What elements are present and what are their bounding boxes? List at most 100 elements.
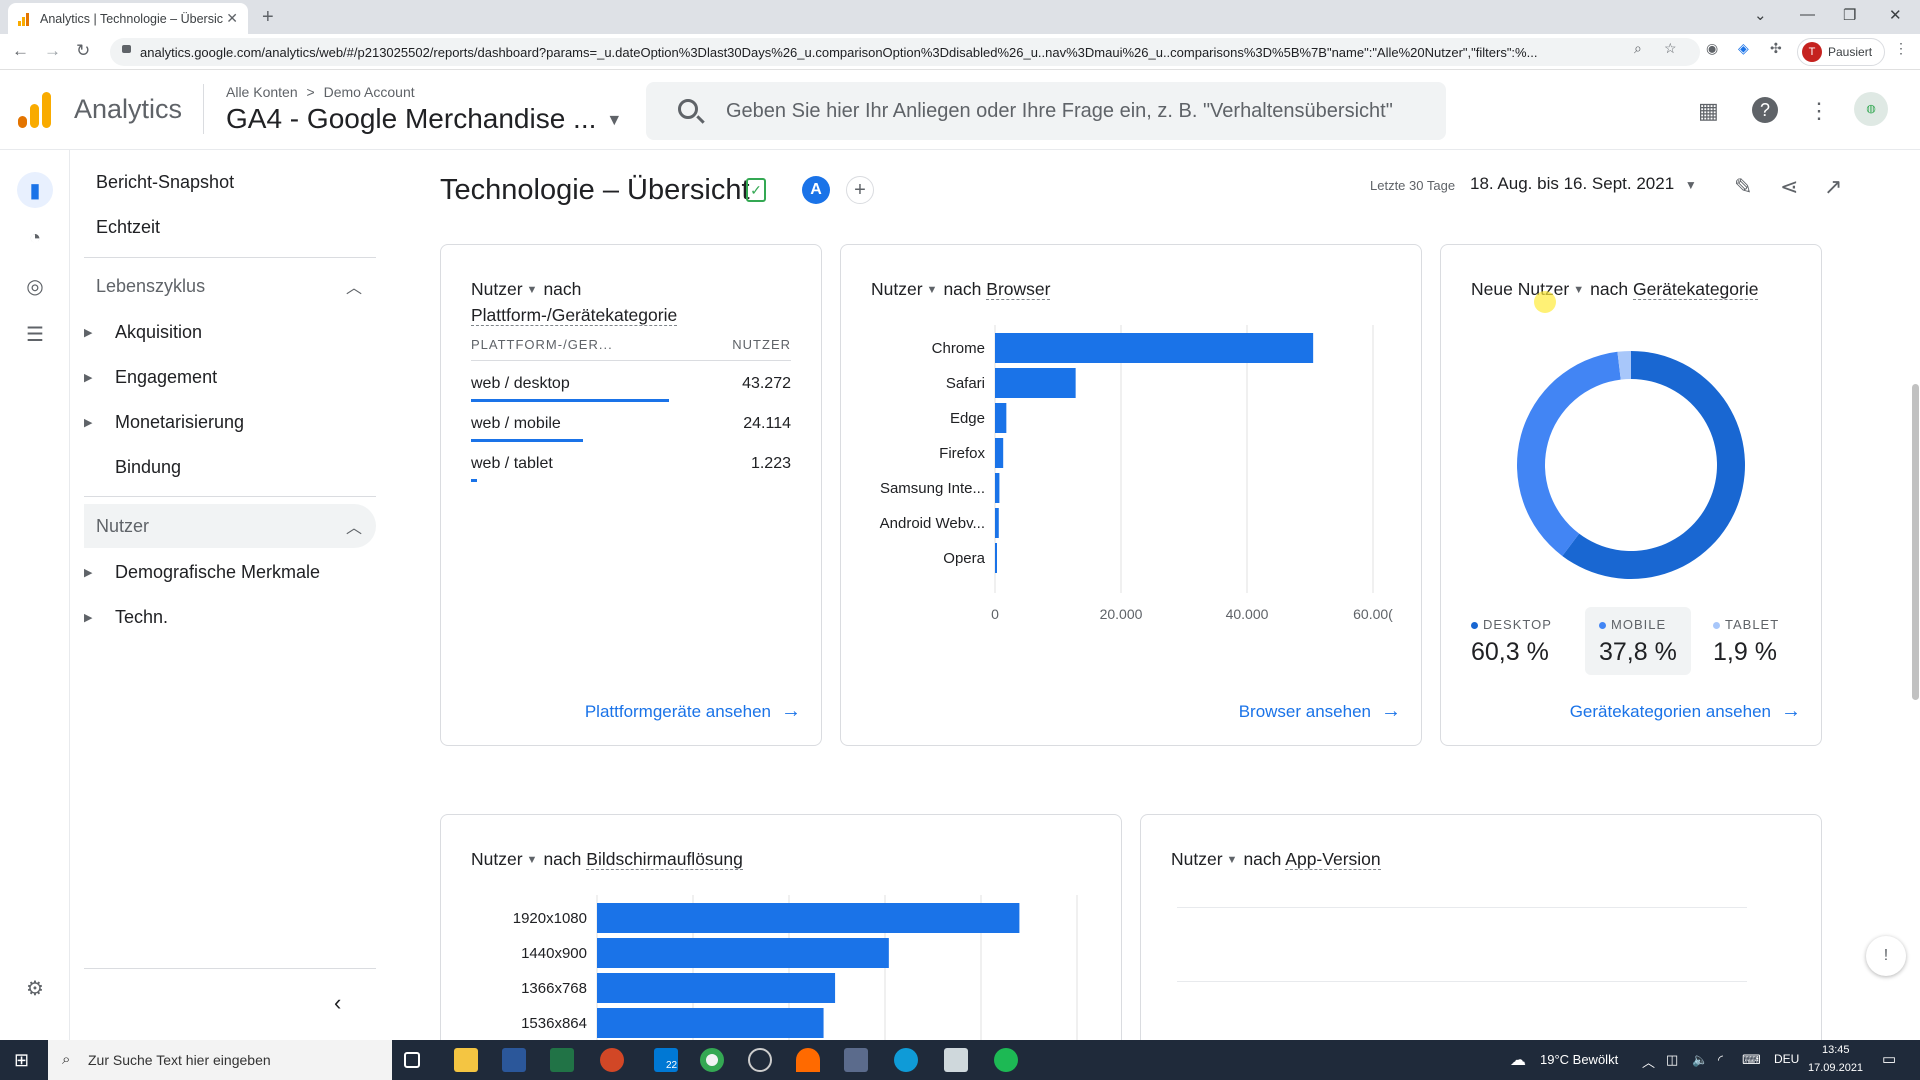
col-dimension-header[interactable]: PLATTFORM-/GER... — [471, 337, 613, 352]
reload-icon[interactable]: ↻ — [76, 41, 90, 61]
minimize-icon[interactable]: — — [1800, 6, 1815, 23]
dimension-label[interactable]: Gerätekategorie — [1632, 279, 1759, 300]
configure-icon[interactable]: ☰ — [17, 316, 53, 352]
obs-icon[interactable] — [748, 1048, 772, 1072]
volume-icon[interactable]: 🔈 — [1692, 1052, 1708, 1068]
share-icon[interactable]: ⋖ — [1780, 174, 1798, 200]
windows-start-icon[interactable]: ⊞ — [14, 1050, 29, 1071]
new-tab-icon[interactable]: + — [262, 6, 274, 29]
sidebar-section-lifecycle[interactable]: Lebenszyklus ︿ — [84, 264, 376, 308]
notification-icon[interactable]: ▭ — [1882, 1050, 1896, 1068]
expand-arrow-icon[interactable]: ▶ — [84, 326, 92, 339]
view-device-link[interactable]: Gerätekategorien ansehen → — [1570, 700, 1801, 723]
table-row[interactable]: web / mobile 24.114 — [471, 415, 791, 433]
collapse-sidebar-icon[interactable]: ‹ — [334, 990, 341, 1016]
dimension-label[interactable]: Bildschirmauflösung — [586, 849, 743, 870]
forward-icon[interactable]: → — [44, 41, 61, 61]
edge-icon[interactable] — [894, 1048, 918, 1072]
metric-selector[interactable]: Nutzer — [471, 279, 523, 299]
tab-search-icon[interactable]: ⌄ — [1754, 6, 1767, 24]
dimension-label[interactable]: Plattform-/Gerätekategorie — [471, 304, 678, 326]
metric-selector[interactable]: Nutzer — [1171, 849, 1223, 869]
keyboard-icon[interactable]: ⌨ — [1742, 1052, 1761, 1068]
view-browser-link[interactable]: Browser ansehen → — [1239, 700, 1401, 723]
explore-icon[interactable]: ◔ — [17, 220, 53, 256]
sidebar-item-demographics[interactable]: Demografische Merkmale — [115, 562, 320, 583]
advertising-icon[interactable]: ◎ — [17, 268, 53, 304]
sidebar-item-retention[interactable]: Bindung — [115, 457, 181, 478]
word-icon[interactable] — [502, 1048, 526, 1072]
feedback-icon[interactable]: ! — [1866, 936, 1906, 976]
table-row[interactable]: web / tablet 1.223 — [471, 455, 791, 473]
zoom-icon[interactable]: ⌕ — [1634, 40, 1642, 57]
browser-tab[interactable]: Analytics | Technologie – Übersic ✕ — [8, 3, 248, 34]
col-metric-header[interactable]: NUTZER — [732, 337, 791, 352]
spotify-icon[interactable] — [994, 1048, 1018, 1072]
extensions-puzzle-icon[interactable]: ✣ — [1770, 40, 1782, 57]
extension-icon-1[interactable]: ◉ — [1706, 40, 1718, 57]
network-icon[interactable]: ◫ — [1666, 1052, 1678, 1068]
excel-icon[interactable] — [550, 1048, 574, 1072]
sidebar-item-monetization[interactable]: Monetarisierung — [115, 412, 244, 433]
window-close-icon[interactable]: ✕ — [1889, 6, 1902, 24]
dropdown-caret-icon[interactable]: ▼ — [527, 278, 538, 303]
taskbar-search[interactable]: ⌕ Zur Suche Text hier eingeben — [48, 1040, 392, 1080]
dropdown-caret-icon[interactable]: ▼ — [527, 848, 538, 873]
dimension-label[interactable]: App-Version — [1285, 849, 1381, 870]
extension-icon-2[interactable]: ◈ — [1738, 40, 1749, 57]
file-explorer-icon[interactable] — [454, 1048, 478, 1072]
tray-chevron-icon[interactable]: ︿ — [1642, 1052, 1655, 1071]
weather-cloud-icon[interactable]: ☁ — [1510, 1050, 1526, 1070]
add-comparison-icon[interactable]: + — [846, 176, 874, 204]
legend-tablet[interactable]: TABLET 1,9 % — [1713, 617, 1779, 667]
view-platform-link[interactable]: Plattformgeräte ansehen → — [585, 700, 801, 723]
customize-report-icon[interactable]: ✎ — [1734, 174, 1752, 200]
powerpoint-icon[interactable] — [600, 1048, 624, 1072]
account-avatar[interactable]: ◍ — [1854, 92, 1888, 126]
reports-icon[interactable]: ▮ — [17, 172, 53, 208]
back-icon[interactable]: ← — [12, 41, 29, 61]
analytics-logo-icon[interactable] — [18, 92, 54, 128]
sidebar-item-tech[interactable]: Techn. — [115, 607, 168, 628]
page-scrollbar[interactable] — [1912, 384, 1919, 700]
property-selector[interactable]: GA4 - Google Merchandise ... ▼ — [226, 103, 622, 135]
apps-grid-icon[interactable]: ▦ — [1698, 98, 1719, 124]
breadcrumb[interactable]: Alle Konten > Demo Account — [226, 84, 415, 100]
language-indicator[interactable]: DEU — [1774, 1052, 1799, 1066]
bookmark-star-icon[interactable]: ☆ — [1664, 40, 1677, 57]
sidebar-item-engagement[interactable]: Engagement — [115, 367, 217, 388]
clock-date[interactable]: 17.09.2021 — [1808, 1062, 1863, 1074]
profile-button[interactable]: T Pausiert — [1797, 38, 1886, 66]
expand-arrow-icon[interactable]: ▶ — [84, 371, 92, 384]
app-icon[interactable] — [796, 1048, 820, 1072]
wifi-icon[interactable]: ◜ — [1718, 1052, 1723, 1068]
browser-menu-icon[interactable]: ⋮ — [1894, 40, 1908, 57]
comparison-badge[interactable]: A — [802, 176, 830, 204]
dimension-label[interactable]: Browser — [986, 279, 1051, 300]
insights-icon[interactable]: ↗ — [1824, 174, 1842, 200]
dropdown-caret-icon[interactable]: ▼ — [1227, 848, 1238, 873]
address-bar[interactable]: analytics.google.com/analytics/web/#/p21… — [110, 38, 1700, 66]
metric-selector[interactable]: Nutzer — [871, 279, 923, 299]
legend-desktop[interactable]: DESKTOP 60,3 % — [1471, 617, 1552, 667]
metric-selector[interactable]: Nutzer — [471, 849, 523, 869]
sidebar-item-snapshot[interactable]: Bericht-Snapshot — [96, 172, 234, 193]
date-range-picker[interactable]: 18. Aug. bis 16. Sept. 2021 ▼ — [1470, 174, 1697, 194]
maximize-icon[interactable]: ❐ — [1843, 6, 1856, 24]
sidebar-item-realtime[interactable]: Echtzeit — [96, 217, 160, 238]
expand-arrow-icon[interactable]: ▶ — [84, 416, 92, 429]
clock-time[interactable]: 13:45 — [1822, 1044, 1850, 1056]
settings-gear-icon[interactable]: ⚙ — [17, 970, 53, 1006]
legend-mobile[interactable]: MOBILE 37,8 % — [1585, 607, 1691, 675]
weather-text[interactable]: 19°C Bewölkt — [1540, 1052, 1618, 1067]
more-vert-icon[interactable]: ⋮ — [1808, 98, 1830, 124]
dropdown-caret-icon[interactable]: ▼ — [927, 278, 938, 303]
chrome-icon[interactable] — [700, 1048, 724, 1072]
task-view-icon[interactable] — [404, 1052, 420, 1068]
search-bar[interactable]: Geben Sie hier Ihr Anliegen oder Ihre Fr… — [646, 82, 1446, 140]
tab-close-icon[interactable]: ✕ — [226, 10, 238, 27]
table-row[interactable]: web / desktop 43.272 — [471, 375, 791, 393]
expand-arrow-icon[interactable]: ▶ — [84, 611, 92, 624]
dropdown-caret-icon[interactable]: ▼ — [1573, 278, 1584, 303]
app-icon[interactable] — [944, 1048, 968, 1072]
